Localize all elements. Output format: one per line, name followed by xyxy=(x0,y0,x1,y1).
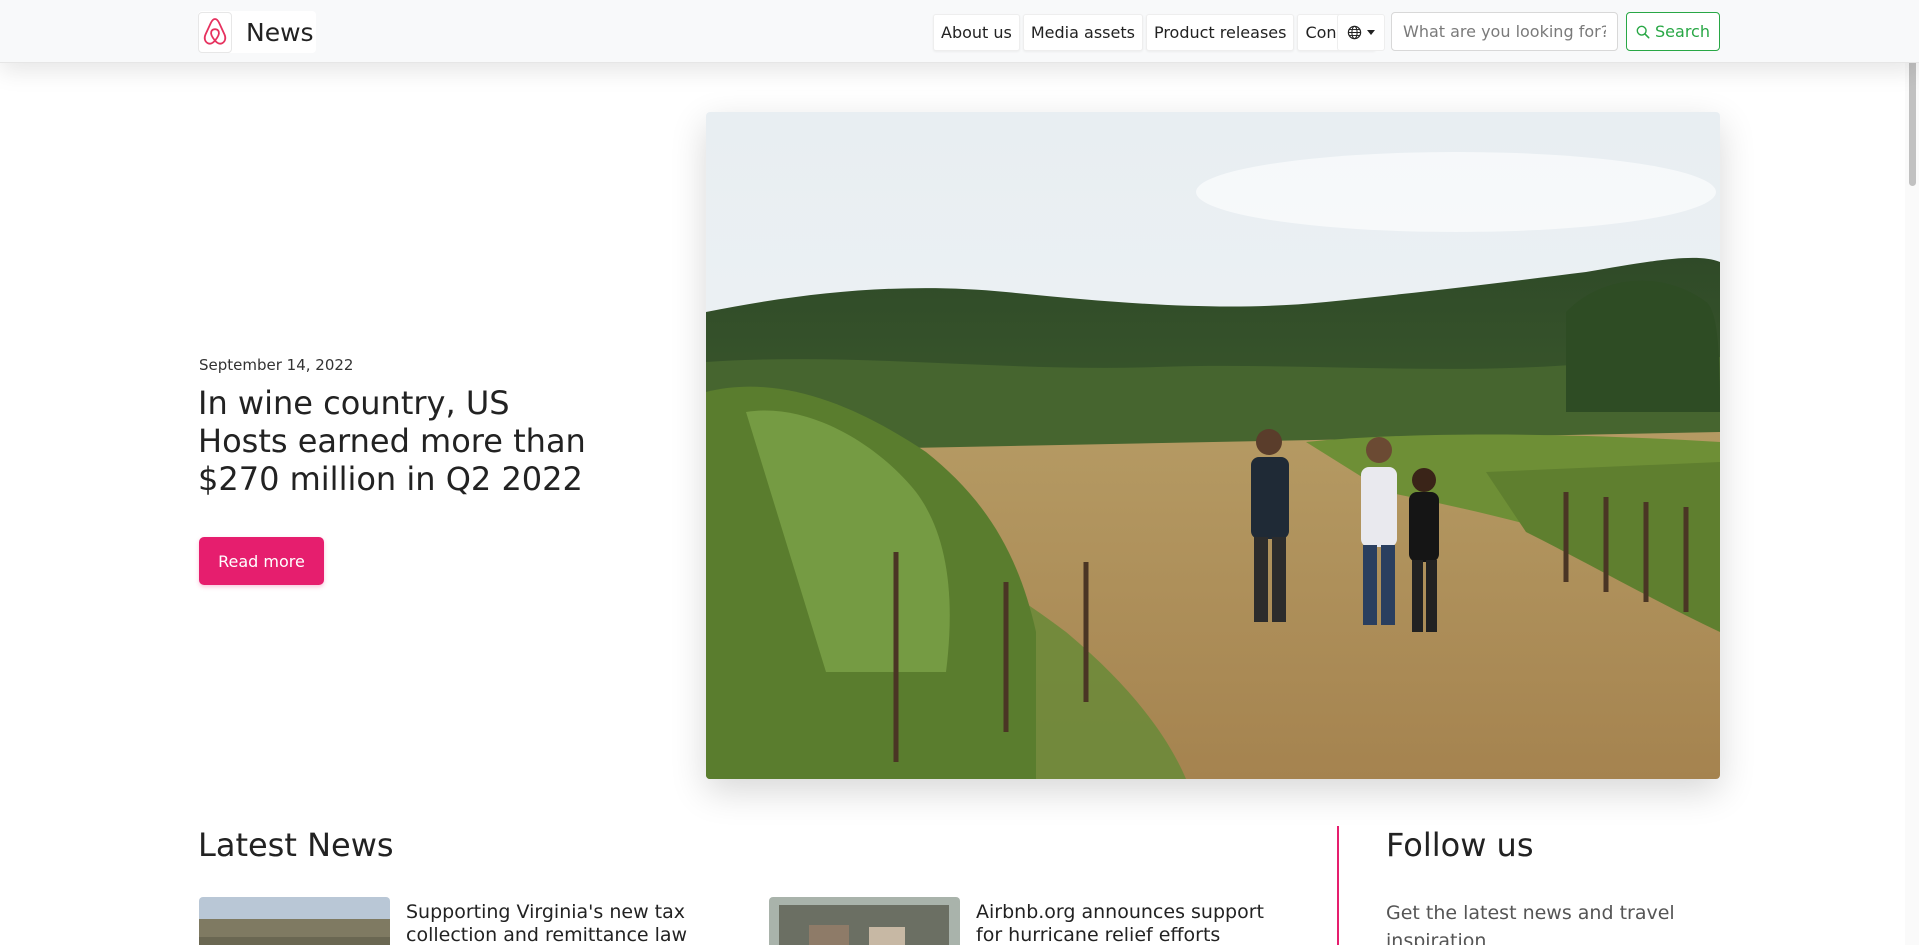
search-button-label: Search xyxy=(1655,22,1710,41)
language-dropdown[interactable] xyxy=(1337,14,1385,51)
read-more-button[interactable]: Read more xyxy=(199,537,324,585)
search-input[interactable] xyxy=(1391,12,1618,51)
brand-title[interactable]: News xyxy=(246,18,314,47)
news-title[interactable]: Airbnb.org announces support for hurrica… xyxy=(976,901,1266,945)
vertical-scrollbar[interactable] xyxy=(1905,0,1919,945)
news-item[interactable]: Supporting Virginia's new tax collection… xyxy=(199,897,696,945)
globe-icon xyxy=(1347,25,1362,40)
top-navbar: News About us Media assets Product relea… xyxy=(0,0,1919,63)
nav-media-assets[interactable]: Media assets xyxy=(1022,14,1143,51)
nav-product-releases[interactable]: Product releases xyxy=(1145,14,1295,51)
section-divider xyxy=(1337,826,1339,945)
brand[interactable]: News xyxy=(198,11,316,53)
chevron-down-icon xyxy=(1367,30,1375,35)
follow-us-heading: Follow us xyxy=(1386,826,1534,864)
news-title[interactable]: Supporting Virginia's new tax collection… xyxy=(406,901,696,945)
news-thumbnail[interactable] xyxy=(199,897,390,945)
airbnb-logo-icon[interactable] xyxy=(198,11,232,53)
search-button[interactable]: Search xyxy=(1626,12,1720,51)
search-icon xyxy=(1636,25,1650,38)
news-item[interactable]: Airbnb.org announces support for hurrica… xyxy=(769,897,1266,945)
latest-news-heading: Latest News xyxy=(198,826,394,864)
main-nav: About us Media assets Product releases C… xyxy=(933,14,1376,51)
hero-title: In wine country, US Hosts earned more th… xyxy=(198,384,586,498)
news-thumbnail[interactable] xyxy=(769,897,960,945)
hero-image xyxy=(706,112,1720,779)
nav-about-us[interactable]: About us xyxy=(933,14,1020,51)
hero-date: September 14, 2022 xyxy=(199,356,354,374)
follow-us-text: Get the latest news and travel inspirati… xyxy=(1386,902,1675,945)
